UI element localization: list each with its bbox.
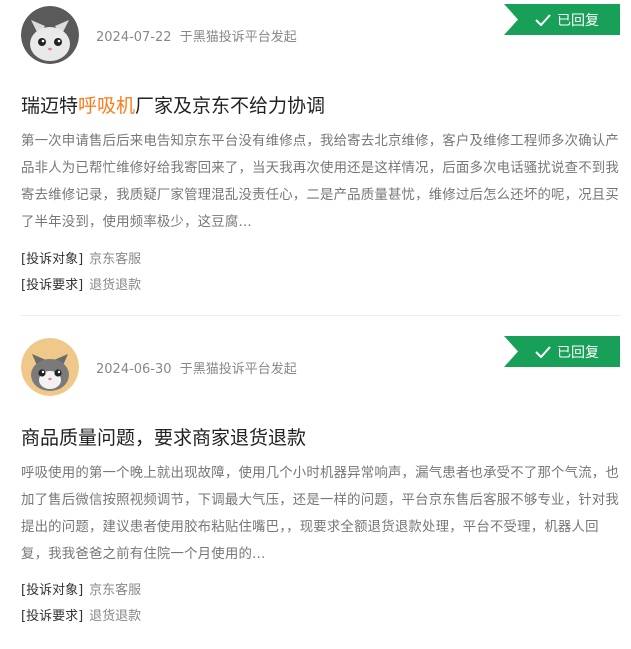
complaint-card[interactable]: 2024-06-30 于黑猫投诉平台发起 已回复 商品质量问题，要求商家退货退款…	[0, 316, 631, 649]
complaint-title[interactable]: 商品质量问题，要求商家退货退款	[21, 423, 306, 450]
cat-avatar-icon	[21, 338, 79, 396]
status-label: 已回复	[557, 12, 599, 29]
status-badge: 已回复	[504, 336, 620, 367]
title-text: 瑞迈特	[21, 95, 79, 117]
complaint-demand: [投诉要求] 退货退款	[21, 274, 141, 293]
post-source: 于黑猫投诉平台发起	[179, 362, 297, 377]
post-date: 2024-06-30	[96, 362, 172, 377]
complaint-card[interactable]: 2024-07-22 于黑猫投诉平台发起 已回复 瑞迈特呼吸机厂家及京东不给力协…	[0, 0, 631, 316]
field-label: [投诉对象]	[21, 583, 84, 598]
complaint-demand: [投诉要求] 退货退款	[21, 605, 141, 624]
field-value: 京东客服	[89, 583, 142, 598]
field-value: 京东客服	[89, 252, 142, 267]
field-value: 退货退款	[89, 278, 142, 293]
post-meta: 2024-07-22 于黑猫投诉平台发起	[96, 26, 297, 45]
complaint-title[interactable]: 瑞迈特呼吸机厂家及京东不给力协调	[21, 91, 325, 118]
title-text-rest: 厂家及京东不给力协调	[135, 95, 326, 117]
status-badge: 已回复	[504, 4, 620, 35]
complaint-description[interactable]: 第一次申请售后后来电告知京东平台没有维修点，我给寄去北京维修，客户及维修工程师多…	[21, 128, 623, 236]
check-icon	[535, 345, 551, 358]
cat-avatar-icon	[21, 6, 79, 64]
complaint-target: [投诉对象] 京东客服	[21, 579, 141, 598]
avatar[interactable]	[21, 338, 79, 396]
title-keyword: 呼吸机	[78, 95, 136, 117]
avatar[interactable]	[21, 6, 79, 64]
check-icon	[535, 13, 551, 26]
post-date: 2024-07-22	[96, 30, 172, 45]
field-label: [投诉要求]	[21, 609, 84, 624]
field-label: [投诉对象]	[21, 252, 84, 267]
post-source: 于黑猫投诉平台发起	[179, 30, 297, 45]
field-value: 退货退款	[89, 609, 142, 624]
post-meta: 2024-06-30 于黑猫投诉平台发起	[96, 358, 297, 377]
complaint-description[interactable]: 呼吸使用的第一个晚上就出现故障，使用几个小时机器异常响声，漏气患者也承受不了那个…	[21, 460, 623, 568]
complaint-target: [投诉对象] 京东客服	[21, 248, 141, 267]
title-text: 商品质量问题，要求商家退货退款	[21, 427, 307, 449]
status-label: 已回复	[557, 344, 599, 361]
field-label: [投诉要求]	[21, 278, 84, 293]
